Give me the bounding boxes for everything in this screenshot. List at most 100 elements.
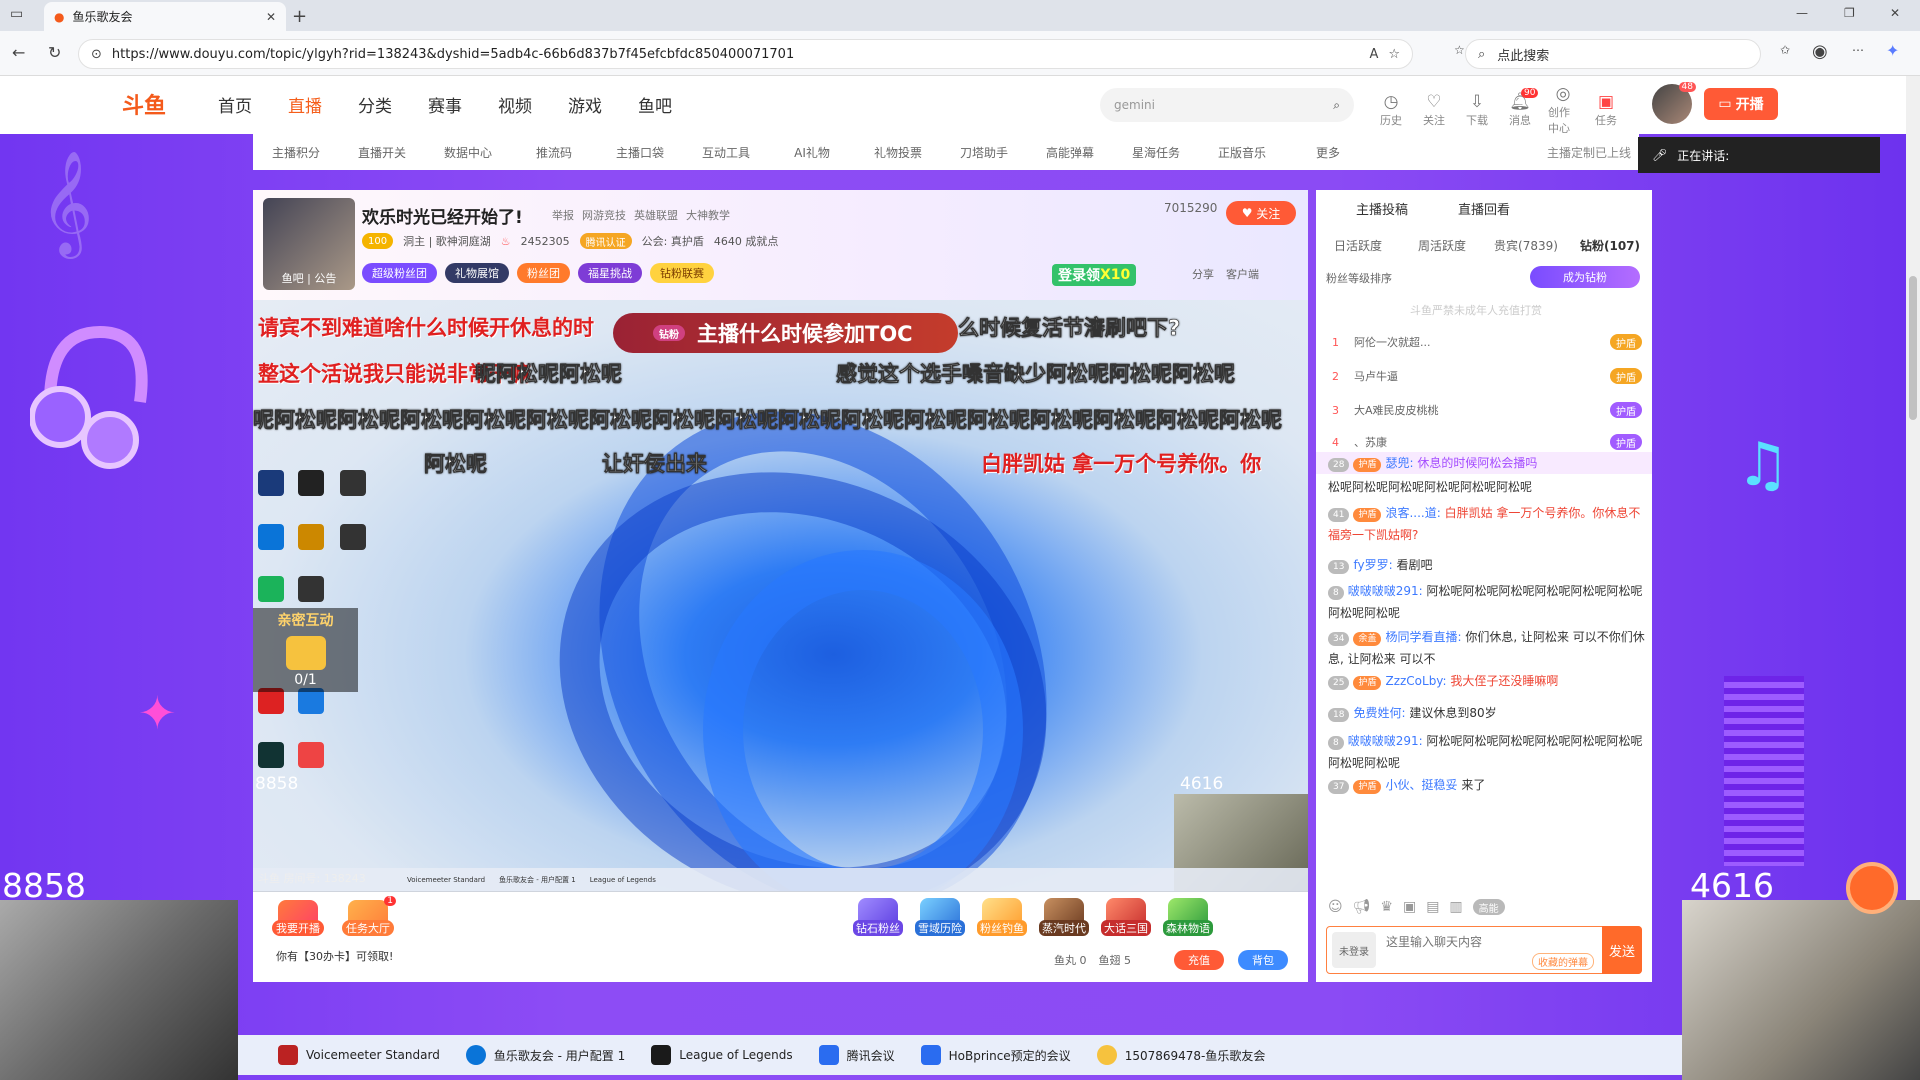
scroll-thumb[interactable] xyxy=(1909,276,1917,420)
owner-name[interactable]: 洞主 | 歌神洞庭湖 xyxy=(403,233,491,249)
browser-search[interactable]: ⌕ 点此搜索 xyxy=(1465,39,1761,69)
taskbar-voicemeeter[interactable]: Voicemeeter Standard xyxy=(278,1045,440,1065)
recharge-button[interactable]: 充值 xyxy=(1174,950,1224,970)
chat-username[interactable]: 啵啵啵啵291: xyxy=(1348,584,1423,598)
tag-super-fans[interactable]: 超级粉丝团 xyxy=(362,263,437,283)
refresh-icon[interactable]: ↻ xyxy=(48,43,61,62)
chat-username[interactable]: fy罗罗: xyxy=(1353,558,1392,572)
message-button[interactable]: 🔔︎ 90 消息 xyxy=(1505,88,1539,128)
follow-button[interactable]: ♥ 关注 xyxy=(1226,201,1296,225)
share-button[interactable]: 分享 xyxy=(1192,266,1214,282)
game-steam-age[interactable]: 蒸汽时代 xyxy=(1036,898,1092,936)
fans-sort-label[interactable]: 粉丝等级排序 xyxy=(1326,270,1392,286)
tool-high-energy[interactable]: 高能弹幕 xyxy=(1027,144,1113,161)
guild-label[interactable]: 公会: 真护盾 xyxy=(642,233,704,249)
tool-star-task[interactable]: 星海任务 xyxy=(1113,144,1199,161)
site-info-icon[interactable]: ⊙ xyxy=(91,47,102,62)
follow-button[interactable]: ♡ 关注 xyxy=(1419,92,1449,128)
tool-more[interactable]: 更多 xyxy=(1285,144,1371,161)
nav-home[interactable]: 首页 xyxy=(218,92,252,117)
site-search-input[interactable]: gemini ⌕ xyxy=(1100,88,1354,122)
category-1[interactable]: 网游竞技 xyxy=(582,207,626,223)
nav-events[interactable]: 赛事 xyxy=(428,92,462,117)
become-diamond-button[interactable]: 成为钻粉 xyxy=(1530,266,1640,288)
favorites-icon[interactable]: ☆ xyxy=(1454,43,1465,57)
more-icon[interactable]: ⋯ xyxy=(1852,43,1864,57)
creator-button[interactable]: ◎ 创作中心 xyxy=(1548,84,1578,136)
collections-icon[interactable]: ✩ xyxy=(1780,43,1790,57)
favorite-star-icon[interactable]: ☆ xyxy=(1388,47,1400,62)
taskbar-edge[interactable]: 鱼乐歌友会 - 用户配置 1 xyxy=(465,1045,625,1065)
login-gift-button[interactable]: 登录领 X10 xyxy=(1052,264,1137,286)
tool-live-switch[interactable]: 直播开关 xyxy=(339,144,425,161)
chat-input[interactable] xyxy=(1386,932,1566,952)
tag-lucky-challenge[interactable]: 福星挑战 xyxy=(578,263,642,283)
intimacy-panel[interactable]: 亲密互动 0/1 xyxy=(253,608,358,692)
minimize-icon[interactable]: — xyxy=(1796,6,1808,20)
tool-ai-gift[interactable]: AI礼物 xyxy=(769,144,855,161)
tab-vip[interactable]: 贵宾(7839) xyxy=(1484,237,1568,254)
taskbar-douyu-app[interactable]: 1507869478-鱼乐歌友会 xyxy=(1096,1045,1265,1065)
tool-anchor-pocket[interactable]: 主播口袋 xyxy=(597,144,683,161)
new-tab-icon[interactable]: + xyxy=(292,6,307,27)
tag-icon[interactable]: ▥ xyxy=(1449,899,1462,915)
url-field[interactable]: ⊙ https://www.douyu.com/topic/ylgyh?rid=… xyxy=(78,39,1413,69)
tool-gift-vote[interactable]: 礼物投票 xyxy=(855,144,941,161)
chat-username[interactable]: 小伙、挺稳妥 xyxy=(1385,778,1457,792)
category-3[interactable]: 大神教学 xyxy=(686,207,730,223)
game-fan-fishing[interactable]: 粉丝钓鱼 xyxy=(974,898,1030,936)
close-window-icon[interactable]: ✕ xyxy=(1890,6,1900,20)
chat-username[interactable]: 啵啵啵啵291: xyxy=(1348,734,1423,748)
task-button[interactable]: ▣ 任务 xyxy=(1591,92,1621,128)
tag-diamond-league[interactable]: 钻粉联赛 xyxy=(650,263,714,283)
nav-live[interactable]: 直播 xyxy=(288,92,322,117)
tag-gift-hall[interactable]: 礼物展馆 xyxy=(445,263,509,283)
client-button[interactable]: 客户端 xyxy=(1226,266,1259,282)
browser-tab[interactable]: ● 鱼乐歌友会 ✕ xyxy=(44,2,286,31)
noble-icon[interactable]: ▤ xyxy=(1426,899,1439,915)
tool-interaction[interactable]: 互动工具 xyxy=(683,144,769,161)
live-replay-link[interactable]: 直播回看 xyxy=(1458,199,1510,218)
send-button[interactable]: 发送 xyxy=(1602,926,1642,974)
task-hall-button[interactable]: 1 任务大厅 xyxy=(340,896,396,936)
tool-data-center[interactable]: 数据中心 xyxy=(425,144,511,161)
chat-username[interactable]: 浪客....道: xyxy=(1385,506,1440,520)
nav-yuba[interactable]: 鱼吧 xyxy=(638,92,672,117)
fan-icon[interactable]: ▣ xyxy=(1403,899,1416,915)
read-aloud-icon[interactable]: A xyxy=(1369,47,1378,62)
user-avatar[interactable]: 48 xyxy=(1652,82,1696,124)
profile-icon[interactable]: ◉ xyxy=(1812,41,1828,62)
horn-icon[interactable]: 📢︎ xyxy=(1353,899,1371,915)
report-link[interactable]: 举报 xyxy=(552,207,574,223)
game-diamond-fans[interactable]: 钻石粉丝 xyxy=(850,898,906,936)
card-claim-text[interactable]: 你有【30办卡】可领取! xyxy=(276,948,393,964)
taskbar-lol[interactable]: League of Legends xyxy=(651,1045,793,1065)
rank-row[interactable]: 1 阿伦一次就超... 护盾 xyxy=(1332,334,1642,350)
start-broadcast-button[interactable]: 我要开播 xyxy=(270,900,326,936)
chat-username[interactable]: 杨同学看直播: xyxy=(1385,630,1461,644)
site-search-icon[interactable]: ⌕ xyxy=(1333,98,1340,113)
rank-row[interactable]: 2 马卢牛逼 护盾 xyxy=(1332,368,1642,384)
tool-stream-key[interactable]: 推流码 xyxy=(511,144,597,161)
start-live-button[interactable]: ▭ 开播 xyxy=(1704,88,1778,120)
history-button[interactable]: ◷ 历史 xyxy=(1376,92,1406,128)
tag-fan-club[interactable]: 粉丝团 xyxy=(517,263,570,283)
game-snow-adventure[interactable]: 雪域历险 xyxy=(912,898,968,936)
float-service-icon[interactable] xyxy=(1846,862,1898,914)
crown-icon[interactable]: ♛ xyxy=(1380,899,1393,915)
game-forest-story[interactable]: 森林物语 xyxy=(1160,898,1216,936)
taskbar-tencent-meeting[interactable]: 腾讯会议 xyxy=(818,1045,895,1065)
tab-weekly[interactable]: 周活跃度 xyxy=(1400,237,1484,254)
copilot-icon[interactable]: ✦ xyxy=(1886,41,1899,60)
douyu-logo[interactable]: 斗鱼 xyxy=(122,88,202,122)
chat-list[interactable]: 28 护盾 瑟兜: 休息的时候阿松会播吗 松呢阿松呢阿松呢阿松呢阿松呢阿松呢 41 护盾浪… xyxy=(1316,452,1652,882)
emoji-icon[interactable]: ☺ xyxy=(1328,899,1343,915)
backpack-button[interactable]: 背包 xyxy=(1238,950,1288,970)
game-three-kingdoms[interactable]: 大话三国 xyxy=(1098,898,1154,936)
anchor-submission-link[interactable]: 主播投稿 xyxy=(1356,199,1408,218)
restore-icon[interactable]: ❐ xyxy=(1844,6,1855,20)
nav-category[interactable]: 分类 xyxy=(358,92,392,117)
tab-daily[interactable]: 日活跃度 xyxy=(1316,237,1400,254)
category-2[interactable]: 英雄联盟 xyxy=(634,207,678,223)
chat-username[interactable]: 免费姓何: xyxy=(1353,706,1405,720)
